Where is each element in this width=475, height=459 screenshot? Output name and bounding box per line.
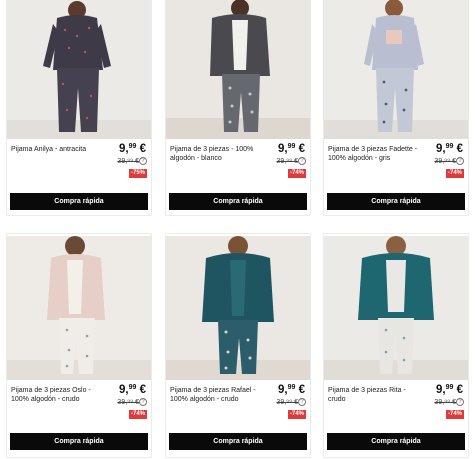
product-image[interactable] <box>324 236 468 380</box>
old-price: 39,⁹⁹ € <box>276 399 298 406</box>
product-title[interactable]: Pijama de 3 piezas Oslo - 100% algodón -… <box>11 386 103 404</box>
product-image[interactable] <box>7 0 151 139</box>
product-price: 9,99 € <box>278 143 305 155</box>
quick-buy-button[interactable]: Compra rápida <box>327 193 465 210</box>
discount-badge: -74% <box>445 169 464 178</box>
price-info-icon[interactable]: ? <box>298 157 306 165</box>
old-price: 39,⁹⁹ € <box>117 158 139 165</box>
quick-buy-button[interactable]: Compra rápida <box>169 433 307 450</box>
product-title[interactable]: Pijama de 3 piezas - 100% algodón - blan… <box>170 145 262 163</box>
old-price: 39,⁹⁹ € <box>434 158 456 165</box>
old-price: 39,⁹⁹ € <box>276 158 298 165</box>
product-image[interactable] <box>166 0 310 139</box>
product-card[interactable]: Pijama de 3 piezas Oslo - 100% algodón -… <box>6 233 152 458</box>
product-grid: Pijama Anilya - antracita 9,99 € 39,⁹⁹ €… <box>6 0 469 459</box>
product-image[interactable] <box>166 236 310 380</box>
old-price: 39,⁹⁹ € <box>117 399 139 406</box>
product-title[interactable]: Pijama de 3 piezas Fadette - 100% algodó… <box>328 145 420 163</box>
price-info-icon[interactable]: ? <box>298 398 306 406</box>
quick-buy-button[interactable]: Compra rápida <box>10 433 148 450</box>
quick-buy-button[interactable]: Compra rápida <box>10 193 148 210</box>
product-image[interactable] <box>324 0 468 139</box>
discount-badge: -74% <box>287 169 306 178</box>
price-info-icon[interactable]: ? <box>139 398 147 406</box>
product-card[interactable]: Pijama de 3 piezas Rita - crudo 9,99 € 3… <box>323 233 469 458</box>
product-card[interactable]: Pijama Anilya - antracita 9,99 € 39,⁹⁹ €… <box>6 0 152 216</box>
price-info-icon[interactable]: ? <box>456 157 464 165</box>
price-info-icon[interactable]: ? <box>139 157 147 165</box>
product-title[interactable]: Pijama de 3 piezas Rafael - 100% algodón… <box>170 386 262 404</box>
discount-badge: -74% <box>128 410 147 419</box>
price-info-icon[interactable]: ? <box>456 398 464 406</box>
discount-badge: -74% <box>445 410 464 419</box>
quick-buy-button[interactable]: Compra rápida <box>327 433 465 450</box>
product-card[interactable]: Pijama de 3 piezas Rafael - 100% algodón… <box>165 233 311 458</box>
product-price: 9,99 € <box>119 143 146 155</box>
product-title[interactable]: Pijama de 3 piezas Rita - crudo <box>328 386 420 404</box>
product-price: 9,99 € <box>436 143 463 155</box>
product-price: 9,99 € <box>436 384 463 396</box>
product-title[interactable]: Pijama Anilya - antracita <box>11 145 103 154</box>
product-price: 9,99 € <box>278 384 305 396</box>
quick-buy-button[interactable]: Compra rápida <box>169 193 307 210</box>
discount-badge: -74% <box>287 410 306 419</box>
product-card[interactable]: Pijama de 3 piezas Fadette - 100% algodó… <box>323 0 469 216</box>
product-image[interactable] <box>7 236 151 380</box>
product-card[interactable]: Pijama de 3 piezas - 100% algodón - blan… <box>165 0 311 216</box>
old-price: 39,⁹⁹ € <box>434 399 456 406</box>
product-price: 9,99 € <box>119 384 146 396</box>
discount-badge: -75% <box>128 169 147 178</box>
